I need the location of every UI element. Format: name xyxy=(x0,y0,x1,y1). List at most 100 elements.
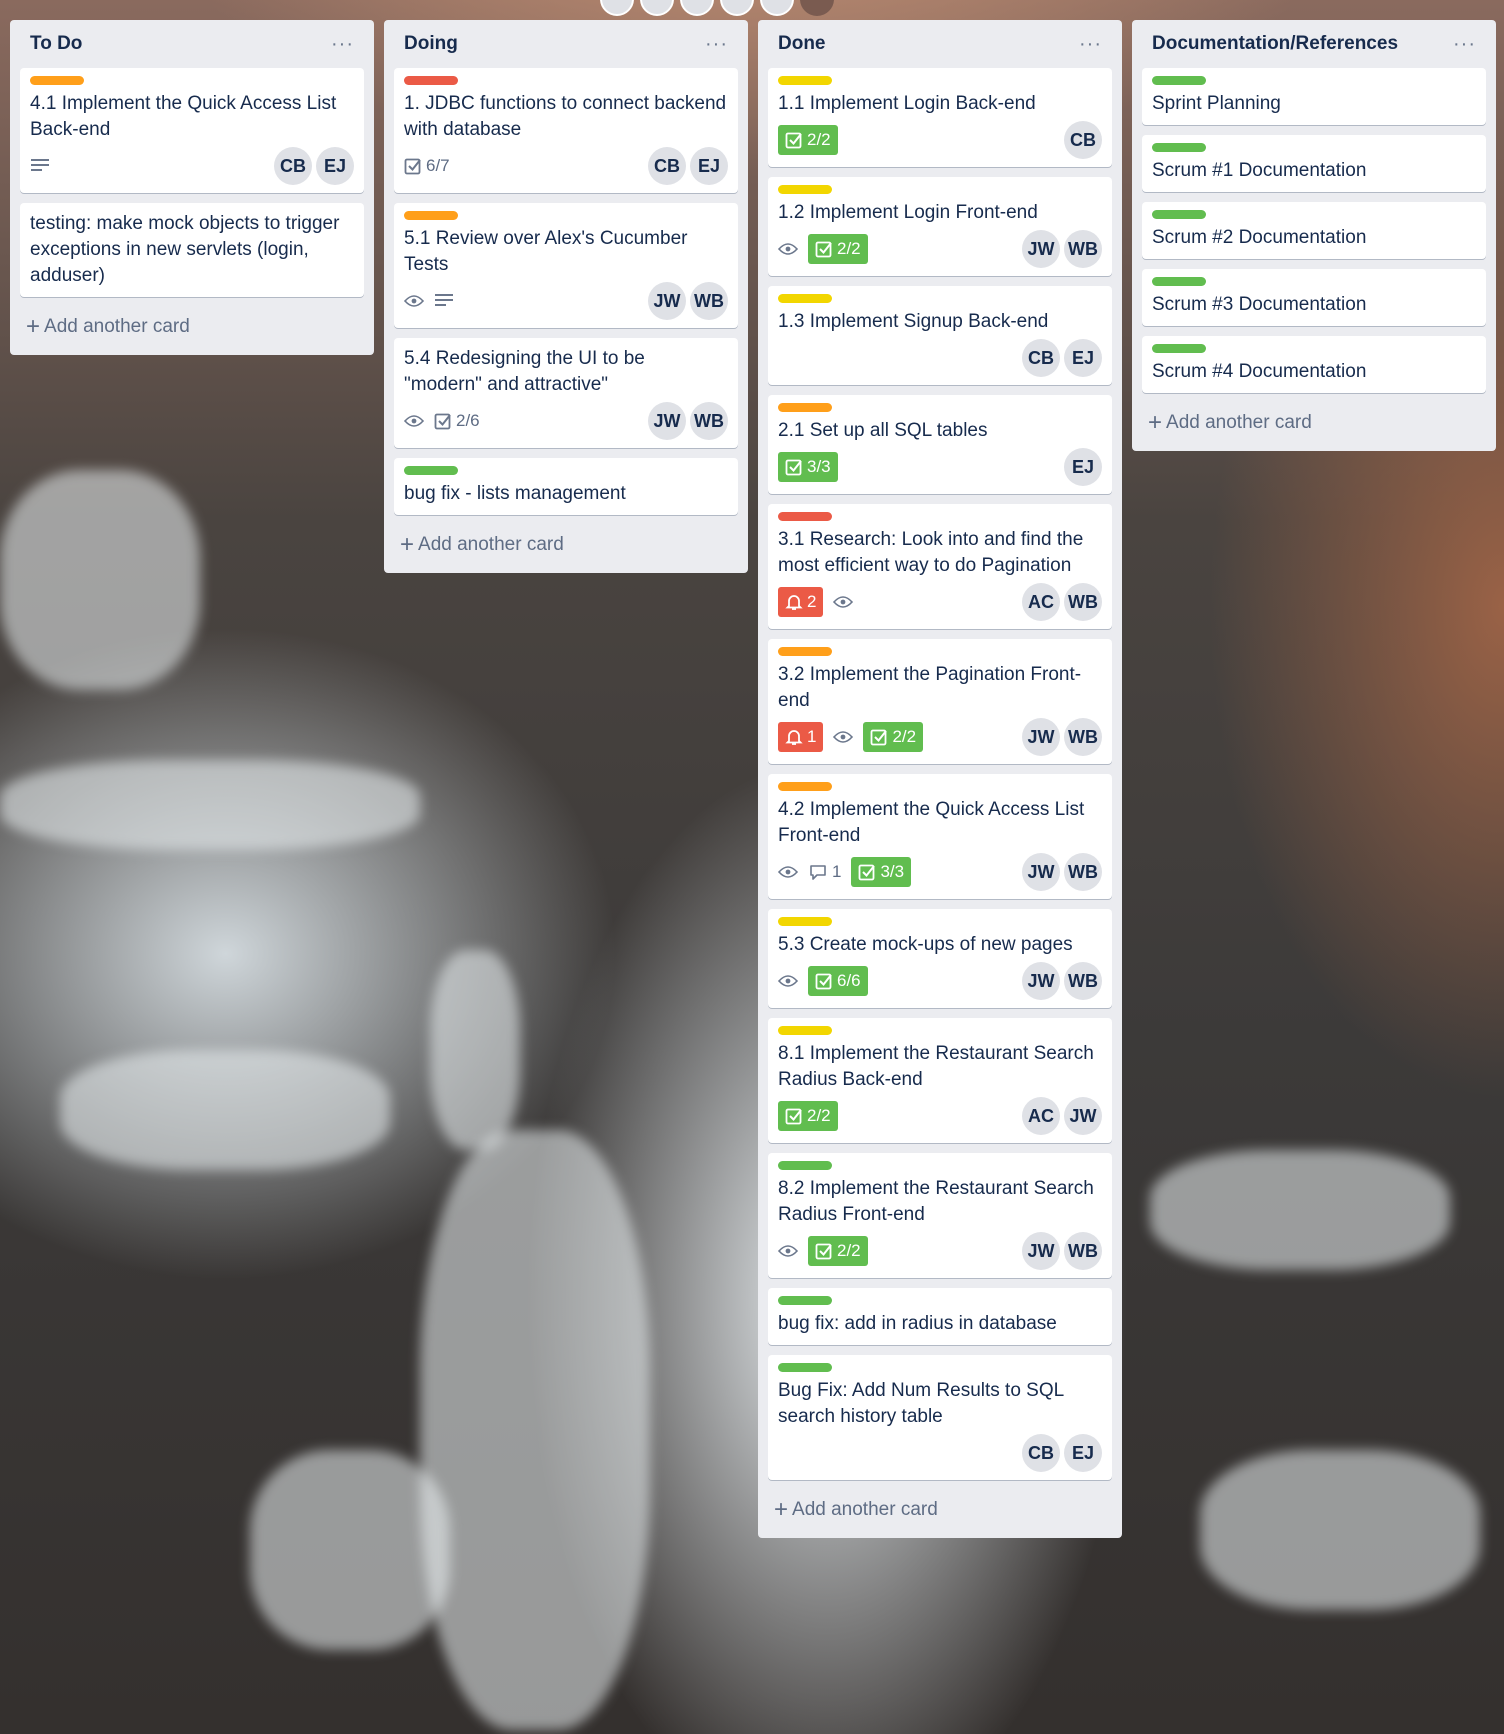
member-avatar[interactable] xyxy=(600,0,634,16)
card[interactable]: 5.3 Create mock-ups of new pages 6/6 JW WB xyxy=(768,909,1112,1008)
card[interactable]: bug fix: add in radius in database xyxy=(768,1288,1112,1345)
green-label[interactable] xyxy=(1152,76,1206,85)
card[interactable]: 4.2 Implement the Quick Access List Fron… xyxy=(768,774,1112,899)
member-avatar[interactable] xyxy=(760,0,794,16)
avatar[interactable]: AC xyxy=(1022,583,1060,621)
card[interactable]: Scrum #4 Documentation xyxy=(1142,336,1486,393)
list-menu-icon[interactable]: ··· xyxy=(331,33,354,56)
card[interactable]: Scrum #3 Documentation xyxy=(1142,269,1486,326)
yellow-label[interactable] xyxy=(778,917,832,926)
add-card-button[interactable]: + Add another card xyxy=(768,1490,1112,1530)
card[interactable]: 2.1 Set up all SQL tables 3/3 EJ xyxy=(768,395,1112,494)
add-card-button[interactable]: + Add another card xyxy=(1142,403,1486,443)
avatar[interactable]: JW xyxy=(1022,718,1060,756)
list-menu-icon[interactable]: ··· xyxy=(1453,33,1476,56)
avatar[interactable]: EJ xyxy=(1064,1434,1102,1472)
avatar[interactable]: JW xyxy=(1022,230,1060,268)
card[interactable]: 8.2 Implement the Restaurant Search Radi… xyxy=(768,1153,1112,1278)
card[interactable]: testing: make mock objects to trigger ex… xyxy=(20,203,364,297)
red-label[interactable] xyxy=(778,512,832,521)
avatar[interactable]: CB xyxy=(1022,1434,1060,1472)
avatar[interactable]: WB xyxy=(1064,1232,1102,1270)
card[interactable]: 5.1 Review over Alex's Cucumber Tests JW W… xyxy=(394,203,738,328)
card[interactable]: 5.4 Redesigning the UI to be "modern" an… xyxy=(394,338,738,448)
yellow-label[interactable] xyxy=(778,1026,832,1035)
card-title: 1.1 Implement Login Back-end xyxy=(778,93,1036,114)
avatar[interactable]: AC xyxy=(1022,1097,1060,1135)
checklist-icon xyxy=(785,131,803,149)
avatar[interactable]: EJ xyxy=(316,147,354,185)
card[interactable]: Scrum #2 Documentation xyxy=(1142,202,1486,259)
avatar[interactable]: EJ xyxy=(1064,448,1102,486)
card[interactable]: 4.1 Implement the Quick Access List Back… xyxy=(20,68,364,193)
card[interactable]: 3.1 Research: Look into and find the mos… xyxy=(768,504,1112,629)
avatar[interactable]: WB xyxy=(1064,230,1102,268)
eye-icon xyxy=(778,1236,798,1266)
orange-label[interactable] xyxy=(778,647,832,656)
green-label[interactable] xyxy=(1152,344,1206,353)
card[interactable]: 1.2 Implement Login Front-end 2/2 JW WB xyxy=(768,177,1112,276)
yellow-label[interactable] xyxy=(778,294,832,303)
avatar[interactable]: WB xyxy=(1064,853,1102,891)
card[interactable]: bug fix - lists management xyxy=(394,458,738,515)
card[interactable]: Bug Fix: Add Num Results to SQL search h… xyxy=(768,1355,1112,1480)
card[interactable]: 1.3 Implement Signup Back-end CB EJ xyxy=(768,286,1112,385)
member-avatar[interactable] xyxy=(640,0,674,16)
card[interactable]: Scrum #1 Documentation xyxy=(1142,135,1486,192)
card[interactable]: 1.1 Implement Login Back-end 2/2 CB xyxy=(768,68,1112,167)
avatar[interactable]: CB xyxy=(274,147,312,185)
bell-icon xyxy=(785,593,803,611)
green-label[interactable] xyxy=(778,1161,832,1170)
avatar[interactable]: JW xyxy=(1022,853,1060,891)
orange-label[interactable] xyxy=(778,782,832,791)
checklist-icon xyxy=(404,157,422,175)
checklist-complete-badge: 3/3 xyxy=(778,452,838,482)
avatar[interactable]: JW xyxy=(1022,1232,1060,1270)
list-title[interactable]: Documentation/References xyxy=(1152,33,1398,55)
card-members: AC JW xyxy=(1022,1097,1102,1135)
avatar[interactable]: WB xyxy=(1064,962,1102,1000)
card-badges-row: JW WB xyxy=(404,282,728,320)
avatar[interactable]: CB xyxy=(648,147,686,185)
card[interactable]: Sprint Planning xyxy=(1142,68,1486,125)
orange-label[interactable] xyxy=(778,403,832,412)
green-label[interactable] xyxy=(1152,143,1206,152)
list-title[interactable]: Done xyxy=(778,33,826,55)
orange-label[interactable] xyxy=(30,76,84,85)
avatar[interactable]: CB xyxy=(1022,339,1060,377)
card[interactable]: 3.2 Implement the Pagination Front-end 1 2… xyxy=(768,639,1112,764)
list-menu-icon[interactable]: ··· xyxy=(1079,33,1102,56)
add-card-button[interactable]: + Add another card xyxy=(20,307,364,347)
red-label[interactable] xyxy=(404,76,458,85)
green-label[interactable] xyxy=(1152,210,1206,219)
list-title[interactable]: Doing xyxy=(404,33,458,55)
yellow-label[interactable] xyxy=(778,76,832,85)
avatar[interactable]: JW xyxy=(1022,962,1060,1000)
avatar[interactable]: WB xyxy=(1064,583,1102,621)
card[interactable]: 8.1 Implement the Restaurant Search Radi… xyxy=(768,1018,1112,1143)
green-label[interactable] xyxy=(1152,277,1206,286)
member-avatar[interactable] xyxy=(800,0,834,16)
avatar[interactable]: JW xyxy=(1064,1097,1102,1135)
avatar[interactable]: WB xyxy=(1064,718,1102,756)
green-label[interactable] xyxy=(778,1296,832,1305)
add-card-button[interactable]: + Add another card xyxy=(394,525,738,565)
yellow-label[interactable] xyxy=(778,185,832,194)
avatar[interactable]: EJ xyxy=(690,147,728,185)
avatar[interactable]: EJ xyxy=(1064,339,1102,377)
badges: 6/6 xyxy=(778,966,868,996)
card[interactable]: 1. JDBC functions to connect backend wit… xyxy=(394,68,738,193)
avatar[interactable]: CB xyxy=(1064,121,1102,159)
green-label[interactable] xyxy=(404,466,458,475)
list-title[interactable]: To Do xyxy=(30,33,82,55)
orange-label[interactable] xyxy=(404,211,458,220)
list-menu-icon[interactable]: ··· xyxy=(705,33,728,56)
avatar[interactable]: WB xyxy=(690,402,728,440)
member-avatar[interactable] xyxy=(720,0,754,16)
list-documentation-references: Documentation/References ··· Sprint Planni… xyxy=(1132,20,1496,451)
avatar[interactable]: JW xyxy=(648,402,686,440)
avatar[interactable]: JW xyxy=(648,282,686,320)
avatar[interactable]: WB xyxy=(690,282,728,320)
member-avatar[interactable] xyxy=(680,0,714,16)
green-label[interactable] xyxy=(778,1363,832,1372)
